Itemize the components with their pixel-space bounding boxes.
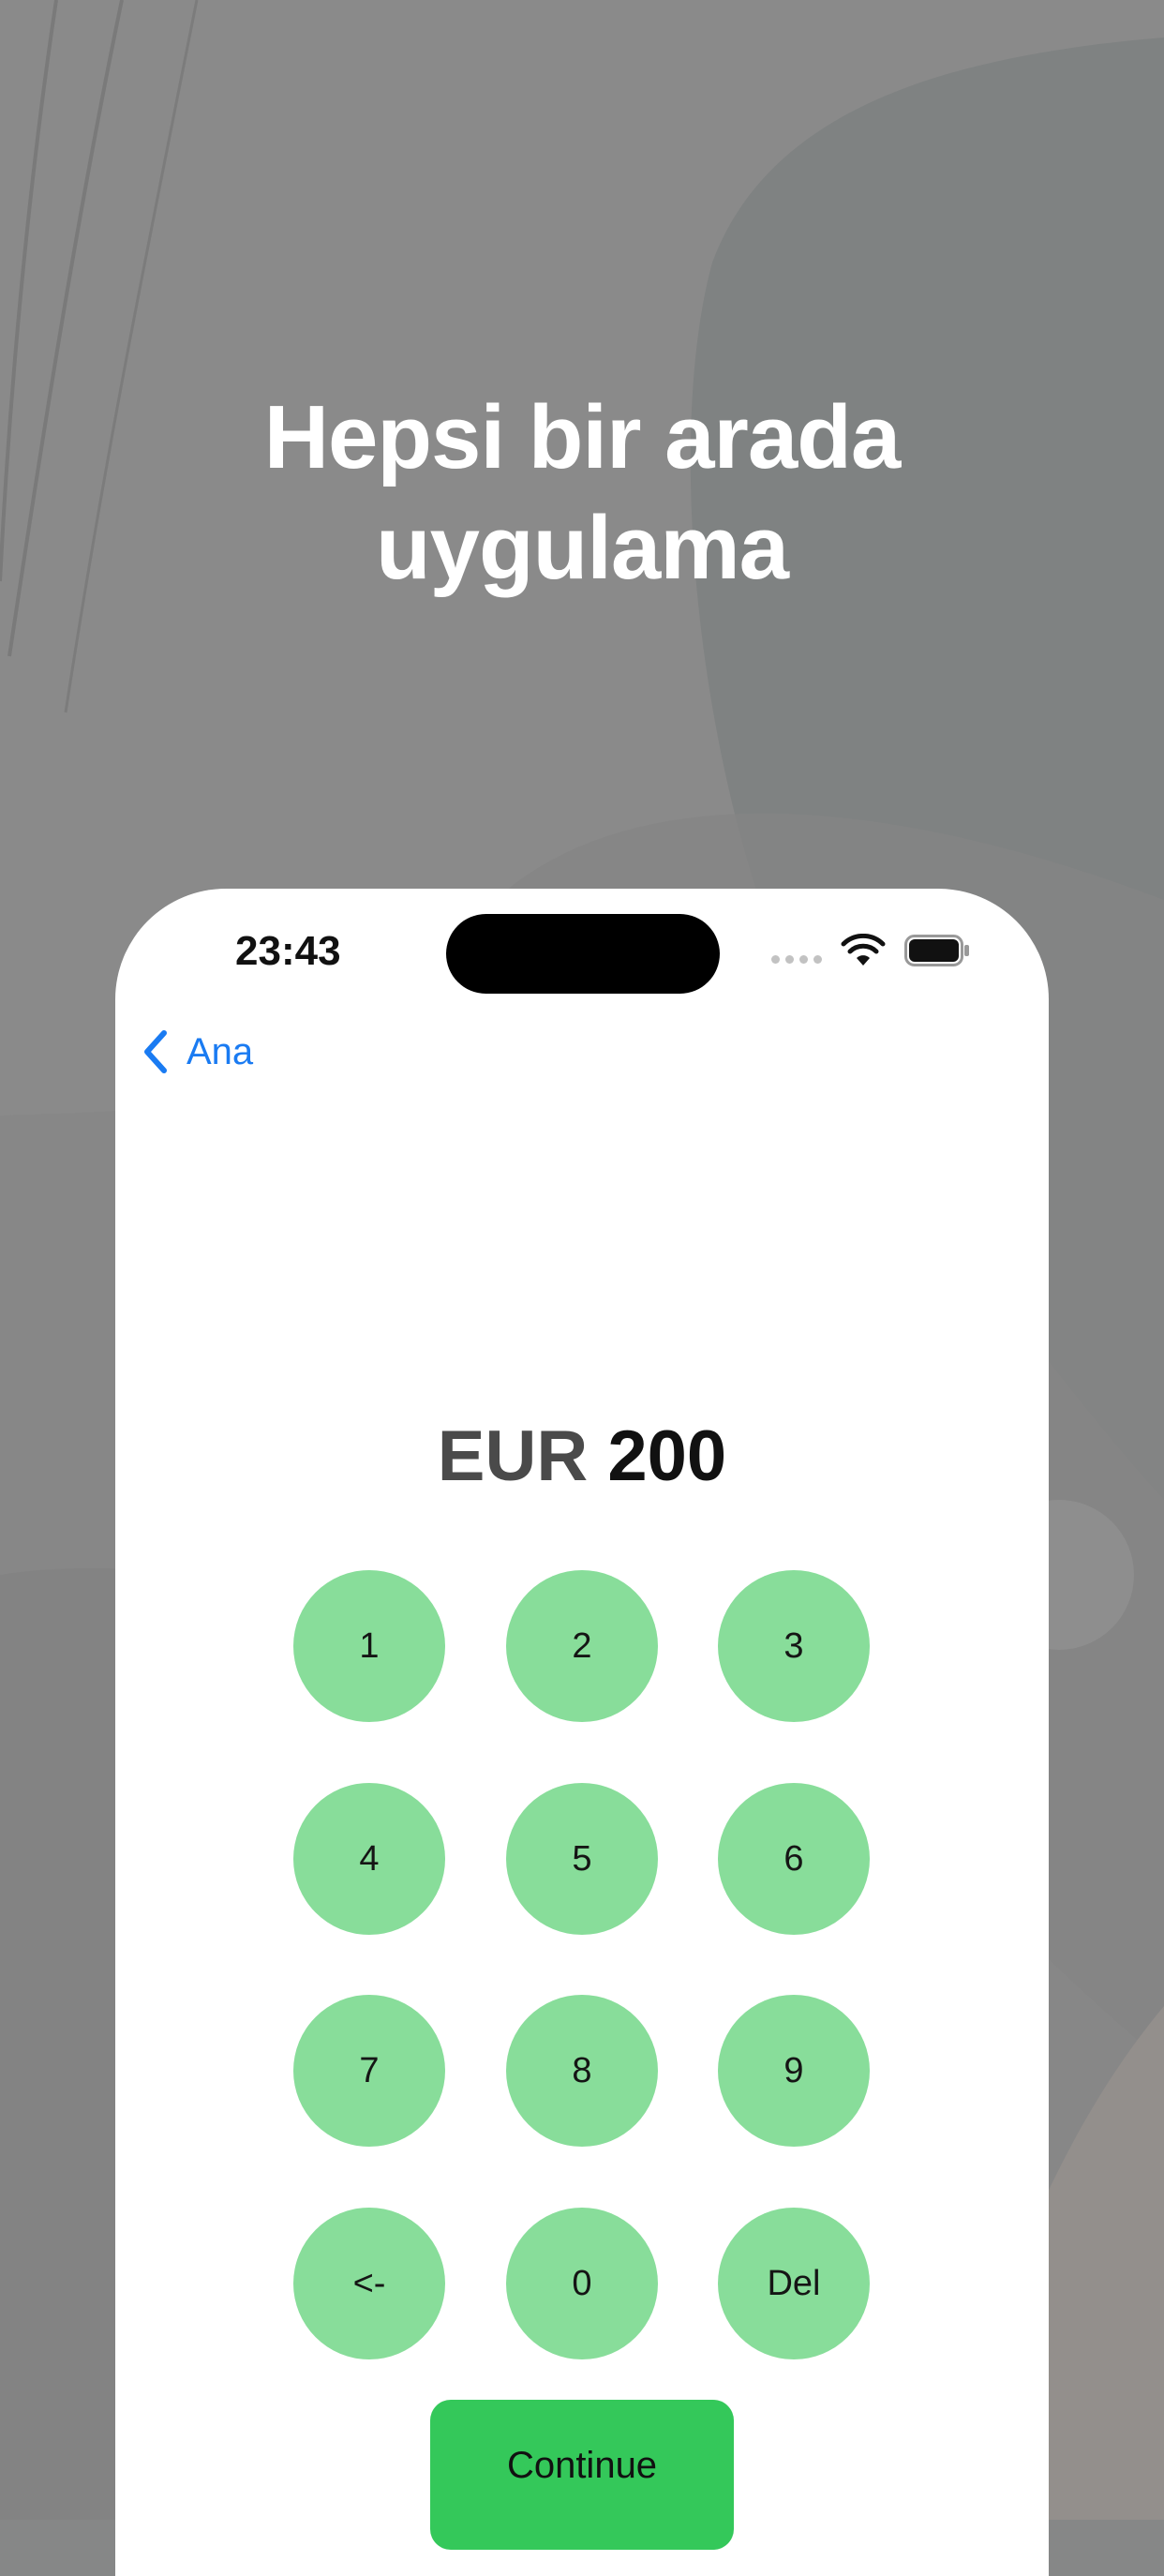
status-icons xyxy=(771,932,970,969)
keypad-key-delete[interactable]: Del xyxy=(718,2208,870,2359)
status-time: 23:43 xyxy=(235,928,341,974)
keypad-key-8[interactable]: 8 xyxy=(506,1995,658,2147)
keypad-key-7[interactable]: 7 xyxy=(293,1995,445,2147)
amount-currency: EUR xyxy=(437,1416,589,1496)
battery-icon xyxy=(904,935,969,966)
phone-screen: 23:43 Ana EUR 200 1 2 3 4 5 6 7 8 9 <- 0 xyxy=(115,889,1049,2576)
keypad-key-4[interactable]: 4 xyxy=(293,1783,445,1935)
keypad-key-9[interactable]: 9 xyxy=(718,1995,870,2147)
keypad-key-0[interactable]: 0 xyxy=(506,2208,658,2359)
signal-dots-icon xyxy=(771,954,822,964)
wifi-icon xyxy=(841,934,886,966)
keypad-key-1[interactable]: 1 xyxy=(293,1570,445,1722)
chevron-left-icon xyxy=(144,1030,167,1073)
keypad-key-2[interactable]: 2 xyxy=(506,1570,658,1722)
keypad-key-6[interactable]: 6 xyxy=(718,1783,870,1935)
promo-headline-line1: Hepsi bir arada xyxy=(263,387,902,487)
keypad-key-3[interactable]: 3 xyxy=(718,1570,870,1722)
dynamic-island xyxy=(446,914,720,994)
keypad-key-backspace[interactable]: <- xyxy=(293,2208,445,2359)
promo-headline-line2: uygulama xyxy=(375,498,789,598)
amount-value: 200 xyxy=(607,1416,727,1496)
back-button[interactable]: Ana xyxy=(142,1027,253,1076)
continue-button[interactable]: Continue xyxy=(430,2400,734,2550)
keypad-key-5[interactable]: 5 xyxy=(506,1783,658,1935)
amount-display: EUR 200 xyxy=(115,1414,1049,1500)
back-label: Ana xyxy=(187,1031,254,1072)
